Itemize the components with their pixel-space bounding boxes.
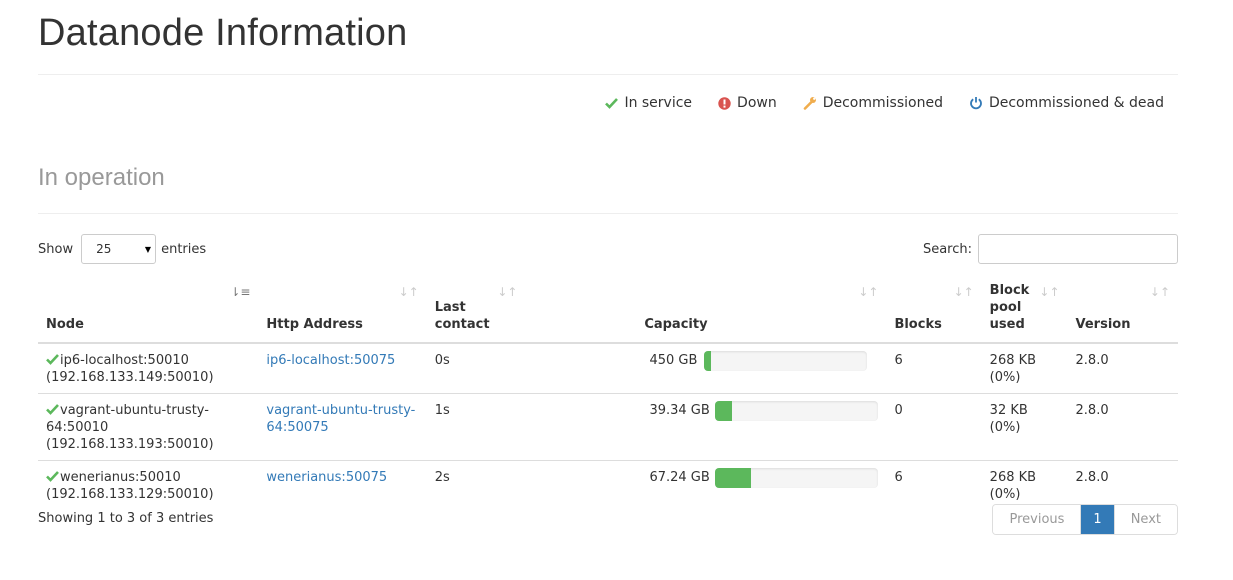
block-pool-used: 268 KB (0%) [981,460,1068,510]
capacity-bar [715,468,879,488]
blocks: 6 [894,353,903,368]
legend-in-service: In service [605,95,692,111]
entries-label: entries [161,241,207,257]
search-input[interactable] [978,234,1178,264]
entries-length-control: Show 25 ▼ entries [38,234,206,264]
sort-icon: ↓↑ [497,285,518,299]
sort-icon: ↓↑ [1149,285,1170,299]
node-name: wenerianus:50010 [60,470,181,485]
search-control: Search: [923,234,1178,264]
sort-icon: ↓↑ [953,285,974,299]
node-ip: (192.168.133.129:50010) [46,487,214,502]
capacity-cell: 67.24 GB [525,460,887,510]
column-header-blocks[interactable]: Blocks ↓↑ [886,282,982,344]
column-header-block-pool-used[interactable]: Block pool used ↓↑ [981,282,1068,344]
power-off-icon [970,97,982,110]
capacity-cell: 39.34 GB [525,393,887,461]
block-pool-used: 32 KB (0%) [981,393,1068,461]
capacity-bar [715,401,879,421]
legend-label: Decommissioned & dead [988,95,1164,111]
check-icon [46,471,59,482]
exclamation-circle-icon [718,96,731,110]
capacity-fill [704,351,711,371]
legend-down: Down [718,95,777,111]
http-address-link[interactable]: ip6-localhost:50075 [266,353,395,368]
status-legend: In service Down Decommissioned Decommiss… [579,95,1164,111]
section-title: In operation [38,164,165,191]
last-contact: 0s [434,353,450,368]
column-header-version[interactable]: Version ↓↑ [1067,282,1178,344]
http-address-link[interactable]: vagrant-ubuntu-trusty- 64:50075 [266,403,415,435]
node-ip: (192.168.133.149:50010) [46,370,214,385]
last-contact: 2s [426,460,526,510]
version: 2.8.0 [1067,460,1178,510]
capacity-cell: 450 GB [525,343,886,394]
column-header-last-contact[interactable]: Last contact ↓↑ [426,282,526,344]
table-row: vagrant-ubuntu-trusty-64:50010 (192.168.… [38,393,1178,461]
node-name: ip6-localhost:50010 [60,353,189,368]
pagination: Previous 1 Next [992,504,1178,535]
search-label: Search: [922,241,972,257]
next-button[interactable]: Next [1113,505,1177,534]
last-contact: 1s [426,393,526,461]
legend-label: Decommissioned [822,95,943,111]
http-cell: ip6-localhost:50075 [258,343,426,394]
node-name: vagrant-ubuntu-trusty-64:50010 [46,403,209,435]
legend-label: In service [624,95,693,111]
capacity-value: 67.24 GB [649,470,710,485]
blocks: 6 [886,460,982,510]
sort-icon: ↓↑ [858,285,879,299]
http-cell: vagrant-ubuntu-trusty- 64:50075 [258,393,427,461]
check-icon [605,98,619,109]
column-header-http-address[interactable]: Http Address ↓↑ [258,282,427,344]
page-button[interactable]: 1 [1080,505,1114,534]
version: 2.8.0 [1075,353,1109,368]
legend-label: Down [737,95,777,111]
capacity-fill [715,468,752,488]
show-label: Show [38,241,74,257]
entries-select[interactable]: 25 ▼ [81,234,157,264]
caret-down-icon: ▼ [144,244,152,254]
capacity-value: 39.34 GB [649,403,710,418]
table-row: wenerianus:50010 (192.168.133.129:50010)… [38,460,1178,510]
capacity-fill [715,401,732,421]
divider [38,74,1178,75]
sort-asc-icon: ⇂≡ [230,285,251,299]
sort-icon: ↓↑ [1039,285,1060,299]
datanode-table: Node ⇂≡ Http Address ↓↑ Last contact ↓↑ Capa… [38,282,1178,510]
http-cell: wenerianus:50075 [258,460,427,510]
node-cell: vagrant-ubuntu-trusty-64:50010 (192.168.… [38,393,259,461]
check-icon [46,354,59,365]
divider [38,213,1178,214]
previous-button[interactable]: Previous [993,505,1081,534]
wrench-icon [803,97,816,110]
node-cell: ip6-localhost:50010 (192.168.133.149:500… [38,343,258,394]
block-pool-used: 268 KB (0%) [989,353,1037,385]
column-header-capacity[interactable]: Capacity ↓↑ [525,282,887,344]
sort-icon: ↓↑ [398,285,419,299]
version: 2.8.0 [1067,393,1178,461]
http-address-link[interactable]: wenerianus:50075 [266,470,387,485]
blocks: 0 [886,393,982,461]
legend-decommissioned-dead: Decommissioned & dead [969,95,1164,111]
node-ip: (192.168.133.193:50010) [46,437,214,452]
table-info: Showing 1 to 3 of 3 entries [38,511,214,526]
check-icon [46,404,59,415]
page-title: Datanode Information [38,12,408,54]
entries-value: 25 [96,242,112,256]
capacity-bar [704,351,868,371]
node-cell: wenerianus:50010 (192.168.133.129:50010) [38,460,259,510]
capacity-value: 450 GB [649,353,698,368]
table-row: ip6-localhost:50010 (192.168.133.149:500… [38,343,1178,394]
legend-decommissioned: Decommissioned [803,95,943,111]
column-header-node[interactable]: Node ⇂≡ [38,282,259,344]
